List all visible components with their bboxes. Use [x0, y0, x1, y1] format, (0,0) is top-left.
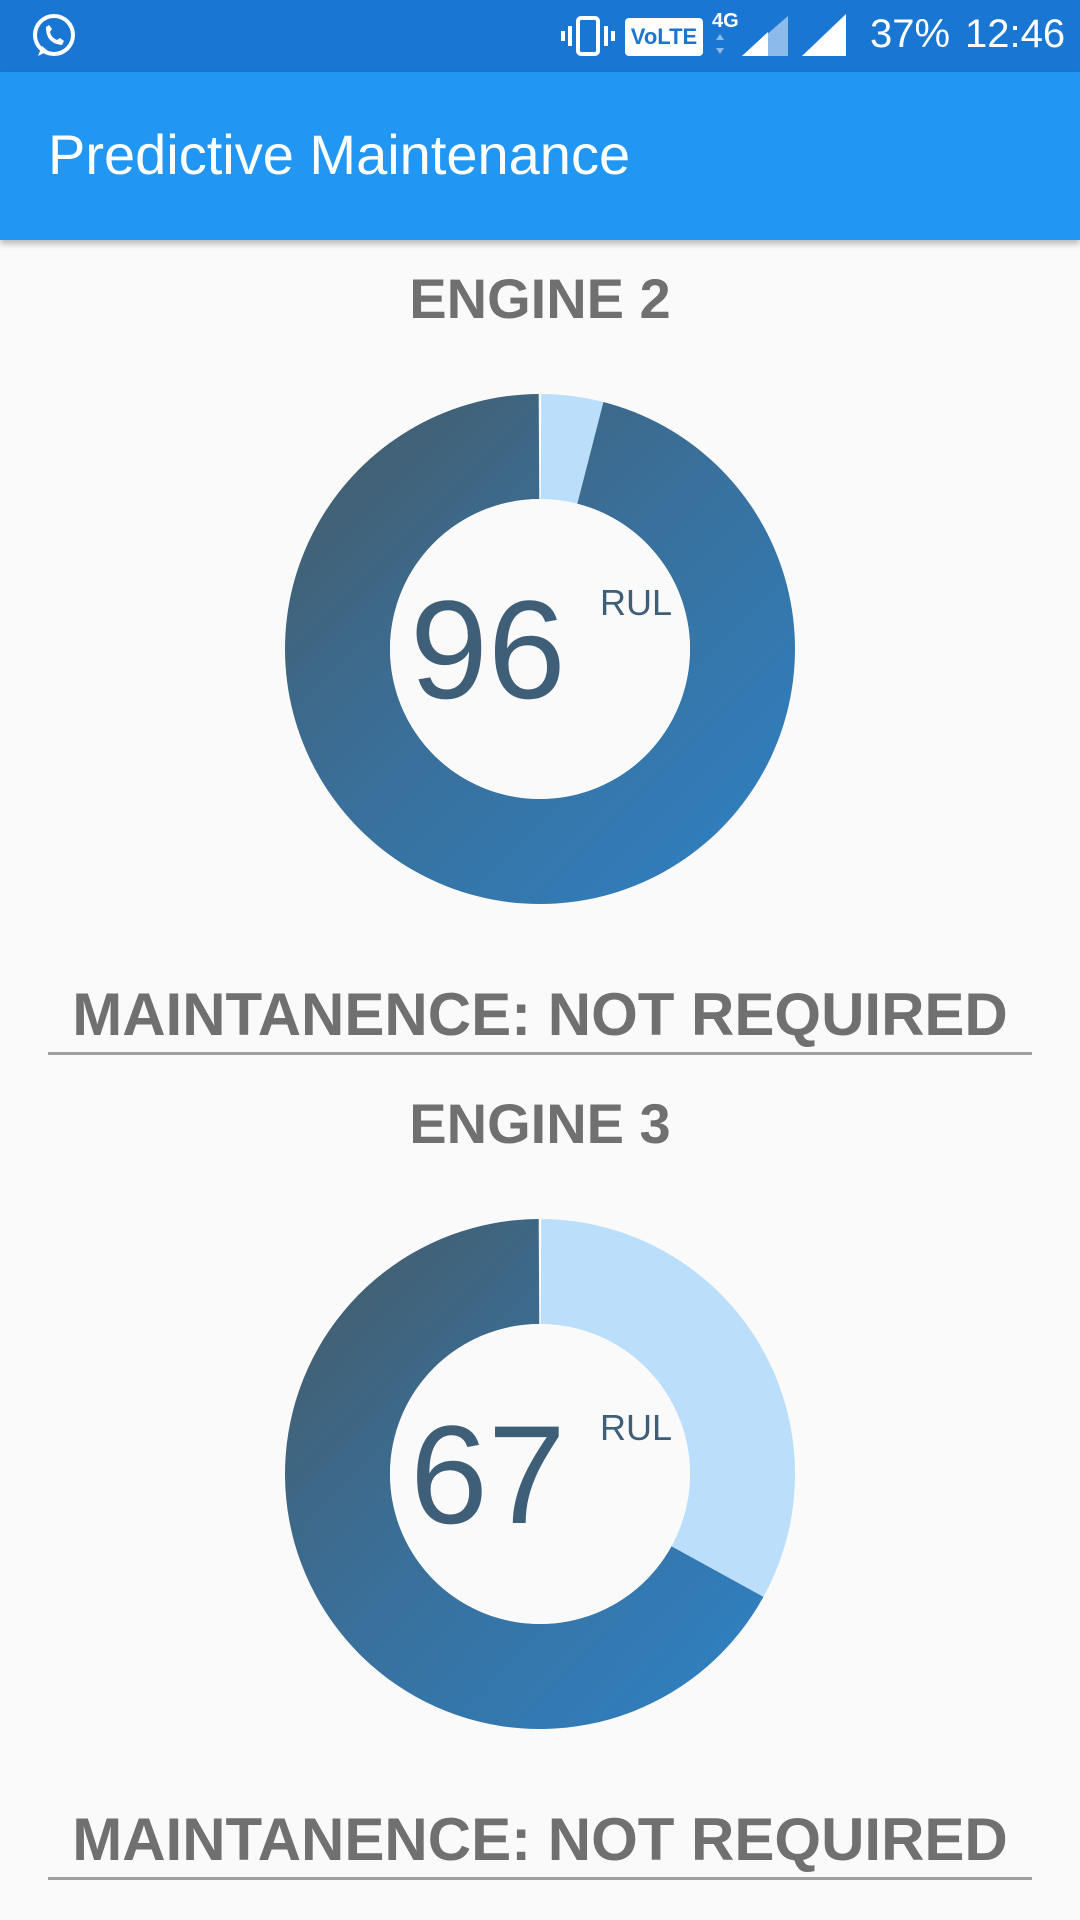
status-bar: VoLTE 4G 37% 12:46 [0, 0, 1080, 72]
rul-label: RUL [600, 582, 673, 623]
engine-title: ENGINE 3 [409, 1092, 671, 1155]
engine-card: ENGINE 3 67 RUL MAINTANENCE: NOT REQUIRE… [0, 1065, 1080, 1889]
maintenance-status: MAINTANENCE: NOT REQUIRED [72, 1806, 1008, 1873]
divider [48, 1877, 1032, 1880]
engine-card: ENGINE 2 96 RUL MAINTANENCE: NOT REQUIRE… [0, 240, 1080, 1064]
app-bar: Predictive Maintenance [0, 72, 1080, 240]
rul-value: 67 [410, 1396, 566, 1553]
vibrate-icon [561, 16, 615, 56]
rul-value: 96 [410, 571, 566, 728]
maintenance-status: MAINTANENCE: NOT REQUIRED [72, 981, 1008, 1048]
clock: 12:46 [965, 12, 1066, 56]
signal-4g-icon: 4G [712, 10, 790, 60]
whatsapp-icon [33, 14, 75, 56]
volte-icon: VoLTE [625, 18, 703, 56]
app-title: Predictive Maintenance [48, 123, 631, 186]
rul-label: RUL [600, 1407, 673, 1448]
battery-percent: 37% [870, 12, 951, 56]
divider [48, 1052, 1032, 1055]
signal-icon [802, 14, 846, 56]
engine-title: ENGINE 2 [409, 267, 671, 330]
